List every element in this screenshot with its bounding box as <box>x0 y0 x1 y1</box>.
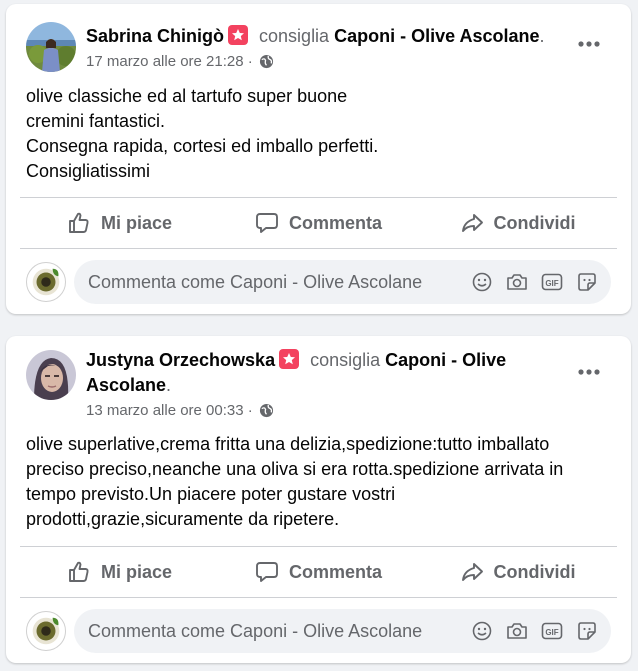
comment-button[interactable]: Commenta <box>219 547 418 597</box>
smiley-icon[interactable] <box>470 270 494 294</box>
author-name[interactable]: Sabrina Chinigò <box>86 26 224 46</box>
share-label: Condividi <box>493 561 576 582</box>
post-body: olive superlative,crema fritta una deliz… <box>6 432 631 532</box>
comment-label: Commenta <box>288 212 382 233</box>
comment-composer: Commenta come Caponi - Olive Ascolane GI… <box>26 259 611 305</box>
globe-icon[interactable] <box>259 403 274 423</box>
feed: Sabrina Chinigò consiglia Caponi - Olive… <box>0 0 638 671</box>
commenter-avatar[interactable] <box>26 262 66 302</box>
like-button[interactable]: Mi piace <box>20 198 219 248</box>
post-header-text: Sabrina Chinigò consiglia Caponi - Olive… <box>86 24 561 74</box>
sticker-icon[interactable] <box>575 270 599 294</box>
post-card: Sabrina Chinigò consiglia Caponi - Olive… <box>6 4 631 314</box>
recommend-star-badge-icon <box>279 349 300 369</box>
author-avatar[interactable] <box>26 350 76 400</box>
comment-placeholder: Commenta come Caponi - Olive Ascolane <box>88 620 423 641</box>
share-button[interactable]: Condividi <box>418 547 617 597</box>
share-arrow-icon <box>461 214 483 232</box>
comment-input[interactable]: Commenta come Caponi - Olive Ascolane GI… <box>74 260 611 304</box>
post-headline: Sabrina Chinigò consiglia Caponi - Olive… <box>86 24 561 49</box>
like-button[interactable]: Mi piace <box>20 547 219 597</box>
share-arrow-icon <box>461 563 483 581</box>
post-timestamp[interactable]: 17 marzo alle ore 21:28 · <box>86 53 253 70</box>
post-actions-bar: Mi piace Commenta Condividi <box>20 546 617 598</box>
like-label: Mi piace <box>100 561 173 582</box>
thumbs-up-icon <box>69 212 89 233</box>
post-headline: Justyna Orzechowska consiglia Caponi - O… <box>86 348 561 398</box>
camera-icon[interactable] <box>505 270 529 294</box>
gif-icon[interactable]: GIF <box>540 619 564 643</box>
comment-placeholder: Commenta come Caponi - Olive Ascolane <box>88 271 423 292</box>
svg-text:GIF: GIF <box>545 628 558 637</box>
smiley-icon[interactable] <box>470 619 494 643</box>
post-meta: 17 marzo alle ore 21:28 · <box>86 53 561 74</box>
page-name[interactable]: Caponi - Olive Ascolane <box>334 26 539 46</box>
share-label: Condividi <box>493 212 576 233</box>
post-body: olive classiche ed al tartufo super buon… <box>6 84 631 184</box>
headline-period: . <box>539 26 545 46</box>
more-horizontal-icon <box>578 41 600 47</box>
post-header: Sabrina Chinigò consiglia Caponi - Olive… <box>6 4 631 80</box>
more-options-button[interactable] <box>575 362 603 382</box>
comment-tools: GIF <box>459 619 599 643</box>
comment-label: Commenta <box>288 561 382 582</box>
post-card: Justyna Orzechowska consiglia Caponi - O… <box>6 336 631 663</box>
headline-period: . <box>166 375 172 395</box>
like-label: Mi piace <box>100 212 173 233</box>
sticker-icon[interactable] <box>575 619 599 643</box>
commenter-avatar[interactable] <box>26 611 66 651</box>
post-text: olive classiche ed al tartufo super buon… <box>26 86 379 181</box>
thumbs-up-icon <box>69 561 89 582</box>
comment-button[interactable]: Commenta <box>219 198 418 248</box>
post-header: Justyna Orzechowska consiglia Caponi - O… <box>6 336 631 430</box>
more-horizontal-icon <box>578 369 600 375</box>
recommend-star-badge-icon <box>228 25 249 45</box>
globe-icon[interactable] <box>259 54 274 74</box>
camera-icon[interactable] <box>505 619 529 643</box>
post-meta: 13 marzo alle ore 00:33 · <box>86 402 561 423</box>
post-actions-bar: Mi piace Commenta Condividi <box>20 197 617 249</box>
speech-bubble-icon <box>256 213 278 233</box>
post-header-text: Justyna Orzechowska consiglia Caponi - O… <box>86 348 561 423</box>
recommend-verb: consiglia <box>310 350 381 370</box>
speech-bubble-icon <box>256 562 278 582</box>
gif-icon[interactable]: GIF <box>540 270 564 294</box>
author-name[interactable]: Justyna Orzechowska <box>86 350 275 370</box>
comment-input[interactable]: Commenta come Caponi - Olive Ascolane GI… <box>74 609 611 653</box>
svg-text:GIF: GIF <box>545 279 558 288</box>
more-options-button[interactable] <box>575 34 603 54</box>
comment-tools: GIF <box>459 270 599 294</box>
author-avatar[interactable] <box>26 22 76 72</box>
recommend-verb: consiglia <box>259 26 330 46</box>
share-button[interactable]: Condividi <box>418 198 617 248</box>
post-timestamp[interactable]: 13 marzo alle ore 00:33 · <box>86 402 253 419</box>
comment-composer: Commenta come Caponi - Olive Ascolane GI… <box>26 608 611 654</box>
post-text: olive superlative,crema fritta una deliz… <box>26 434 564 529</box>
